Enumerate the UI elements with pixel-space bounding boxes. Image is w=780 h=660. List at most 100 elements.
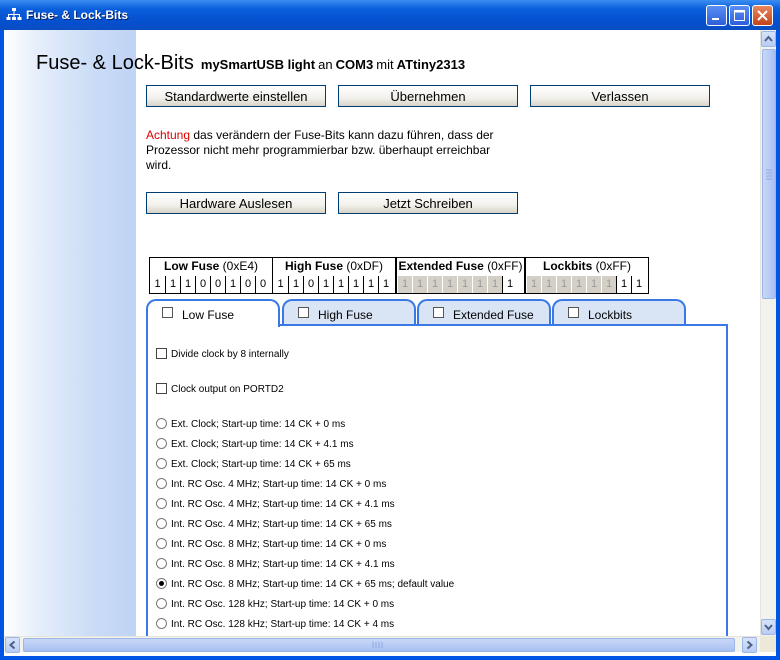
fuse-bits: 11100100	[150, 276, 270, 294]
checkbox[interactable]	[156, 383, 167, 394]
fuse-name: Lockbits	[542, 259, 593, 273]
tab-low-fuse[interactable]: Low Fuse	[146, 299, 280, 327]
vertical-scroll-thumb[interactable]	[762, 49, 776, 299]
option-label: Ext. Clock; Start-up time: 14 CK + 65 ms	[171, 459, 351, 470]
fuse-bit[interactable]: 1	[225, 276, 240, 293]
fuse-hex-value: (0xFF)	[595, 259, 631, 273]
fuse-box: Low Fuse (0xE4) 1 1 1 0 0 1 0 0	[149, 257, 273, 294]
radio-button[interactable]	[156, 618, 167, 629]
radio-button[interactable]	[156, 518, 167, 529]
size-grip[interactable]	[760, 636, 776, 652]
fuse-box: Extended Fuse (0xFF) 1 1 1 1 1 1 1 1	[396, 257, 525, 294]
fuse-bit[interactable]: 1	[273, 276, 288, 293]
programmer-name: mySmartUSB light	[200, 57, 316, 72]
fuse-bit[interactable]: 1	[288, 276, 303, 293]
tab-label: Lockbits	[588, 308, 633, 322]
fuse-bit[interactable]: 1	[616, 276, 631, 293]
tab-lockbits[interactable]: Lockbits	[552, 299, 686, 325]
fuse-bit[interactable]: 1	[363, 276, 378, 293]
minimize-button[interactable]	[706, 5, 727, 26]
port-name: COM3	[335, 57, 374, 72]
fuse-bit[interactable]: 1	[333, 276, 348, 293]
fuse-bits: 11011111	[273, 276, 393, 294]
tab-high-fuse[interactable]: High Fuse	[282, 299, 416, 325]
close-icon	[757, 10, 768, 21]
fuse-bit[interactable]: 0	[195, 276, 210, 293]
exit-button[interactable]: Verlassen	[530, 85, 710, 107]
option-label: Int. RC Osc. 8 MHz; Start-up time: 14 CK…	[171, 559, 395, 570]
fuse-bit[interactable]: 1	[150, 276, 165, 293]
fuse-bit: 1	[457, 276, 472, 293]
fuse-bit: 1	[541, 276, 556, 293]
fuse-bit[interactable]: 1	[318, 276, 333, 293]
window-title: Fuse- & Lock-Bits	[26, 8, 129, 22]
tab-checkbox[interactable]	[433, 307, 444, 318]
fuse-bit[interactable]: 0	[255, 276, 270, 293]
fuse-bit[interactable]: 1	[180, 276, 195, 293]
option-label: Int. RC Osc. 4 MHz; Start-up time: 14 CK…	[171, 519, 392, 530]
read-hardware-button[interactable]: Hardware Auslesen	[146, 192, 326, 214]
app-window: Fuse- & Lock-Bits Fuse- & Lock-Bits mySm…	[0, 0, 780, 660]
fuse-box-label: Low Fuse (0xE4)	[150, 258, 272, 275]
scroll-up-button[interactable]	[761, 31, 776, 47]
tab-extended-fuse[interactable]: Extended Fuse	[417, 299, 551, 325]
fuse-box-label: High Fuse (0xDF)	[273, 258, 395, 275]
apply-button[interactable]: Übernehmen	[338, 85, 518, 107]
radio-button[interactable]	[156, 578, 167, 589]
option-label: Int. RC Osc. 8 MHz; Start-up time: 14 CK…	[171, 579, 455, 590]
radio-button[interactable]	[156, 438, 167, 449]
radio-button[interactable]	[156, 418, 167, 429]
fuse-bit: 1	[412, 276, 427, 293]
fuse-bit[interactable]: 1	[502, 276, 517, 293]
grip-icon	[372, 642, 383, 648]
tab-checkbox[interactable]	[298, 307, 309, 318]
arrow-right-icon	[746, 640, 754, 650]
option-label: Int. RC Osc. 8 MHz; Start-up time: 14 CK…	[171, 539, 387, 550]
fuse-bit[interactable]: 0	[240, 276, 255, 293]
fuse-bit[interactable]: 0	[210, 276, 225, 293]
scroll-right-button[interactable]	[742, 637, 757, 653]
radio-button[interactable]	[156, 538, 167, 549]
write-now-button[interactable]: Jetzt Schreiben	[338, 192, 518, 214]
option-label: Divide clock by 8 internally	[171, 349, 289, 360]
fuse-bit[interactable]: 1	[348, 276, 363, 293]
fuse-bit: 1	[442, 276, 457, 293]
radio-button[interactable]	[156, 458, 167, 469]
fuse-bit: 1	[487, 276, 502, 293]
fuse-hex-value: (0xDF)	[346, 259, 384, 273]
option-label: Ext. Clock; Start-up time: 14 CK + 0 ms	[171, 419, 346, 430]
scroll-down-button[interactable]	[761, 619, 776, 635]
tab-checkbox[interactable]	[162, 307, 173, 318]
fuse-bit[interactable]: 0	[303, 276, 318, 293]
checkbox[interactable]	[156, 348, 167, 359]
warning-prefix: Achtung	[146, 128, 191, 142]
page-title: Fuse- & Lock-Bits	[36, 52, 194, 74]
radio-button[interactable]	[156, 558, 167, 569]
heading-an: an	[318, 57, 333, 72]
fuse-name: High Fuse	[284, 259, 343, 273]
fuse-bit: 1	[571, 276, 586, 293]
option-label: Int. RC Osc. 4 MHz; Start-up time: 14 CK…	[171, 499, 395, 510]
set-defaults-button[interactable]: Standardwerte einstellen	[146, 85, 326, 107]
title-bar[interactable]: Fuse- & Lock-Bits	[0, 0, 780, 30]
fuse-bit[interactable]: 1	[631, 276, 646, 293]
scroll-left-button[interactable]	[5, 637, 20, 653]
fuse-bit[interactable]: 1	[165, 276, 180, 293]
vertical-scrollbar[interactable]	[760, 30, 776, 636]
horizontal-scrollbar[interactable]	[4, 636, 760, 653]
client-area: Fuse- & Lock-Bits mySmartUSB light an CO…	[4, 30, 776, 656]
arrow-down-icon	[764, 624, 773, 631]
radio-button[interactable]	[156, 498, 167, 509]
radio-button[interactable]	[156, 598, 167, 609]
fuse-hex-value: (0xFF)	[487, 259, 523, 273]
radio-button[interactable]	[156, 478, 167, 489]
maximize-button[interactable]	[729, 5, 750, 26]
horizontal-scroll-thumb[interactable]	[23, 638, 735, 652]
fuse-bit[interactable]: 1	[378, 276, 393, 293]
close-button[interactable]	[752, 5, 773, 26]
tab-label: High Fuse	[318, 308, 373, 322]
tab-checkbox[interactable]	[568, 307, 579, 318]
fuse-box: Lockbits (0xFF) 1 1 1 1 1 1 1 1	[525, 257, 649, 294]
minimize-icon	[712, 18, 719, 20]
tab-label: Extended Fuse	[453, 308, 534, 322]
